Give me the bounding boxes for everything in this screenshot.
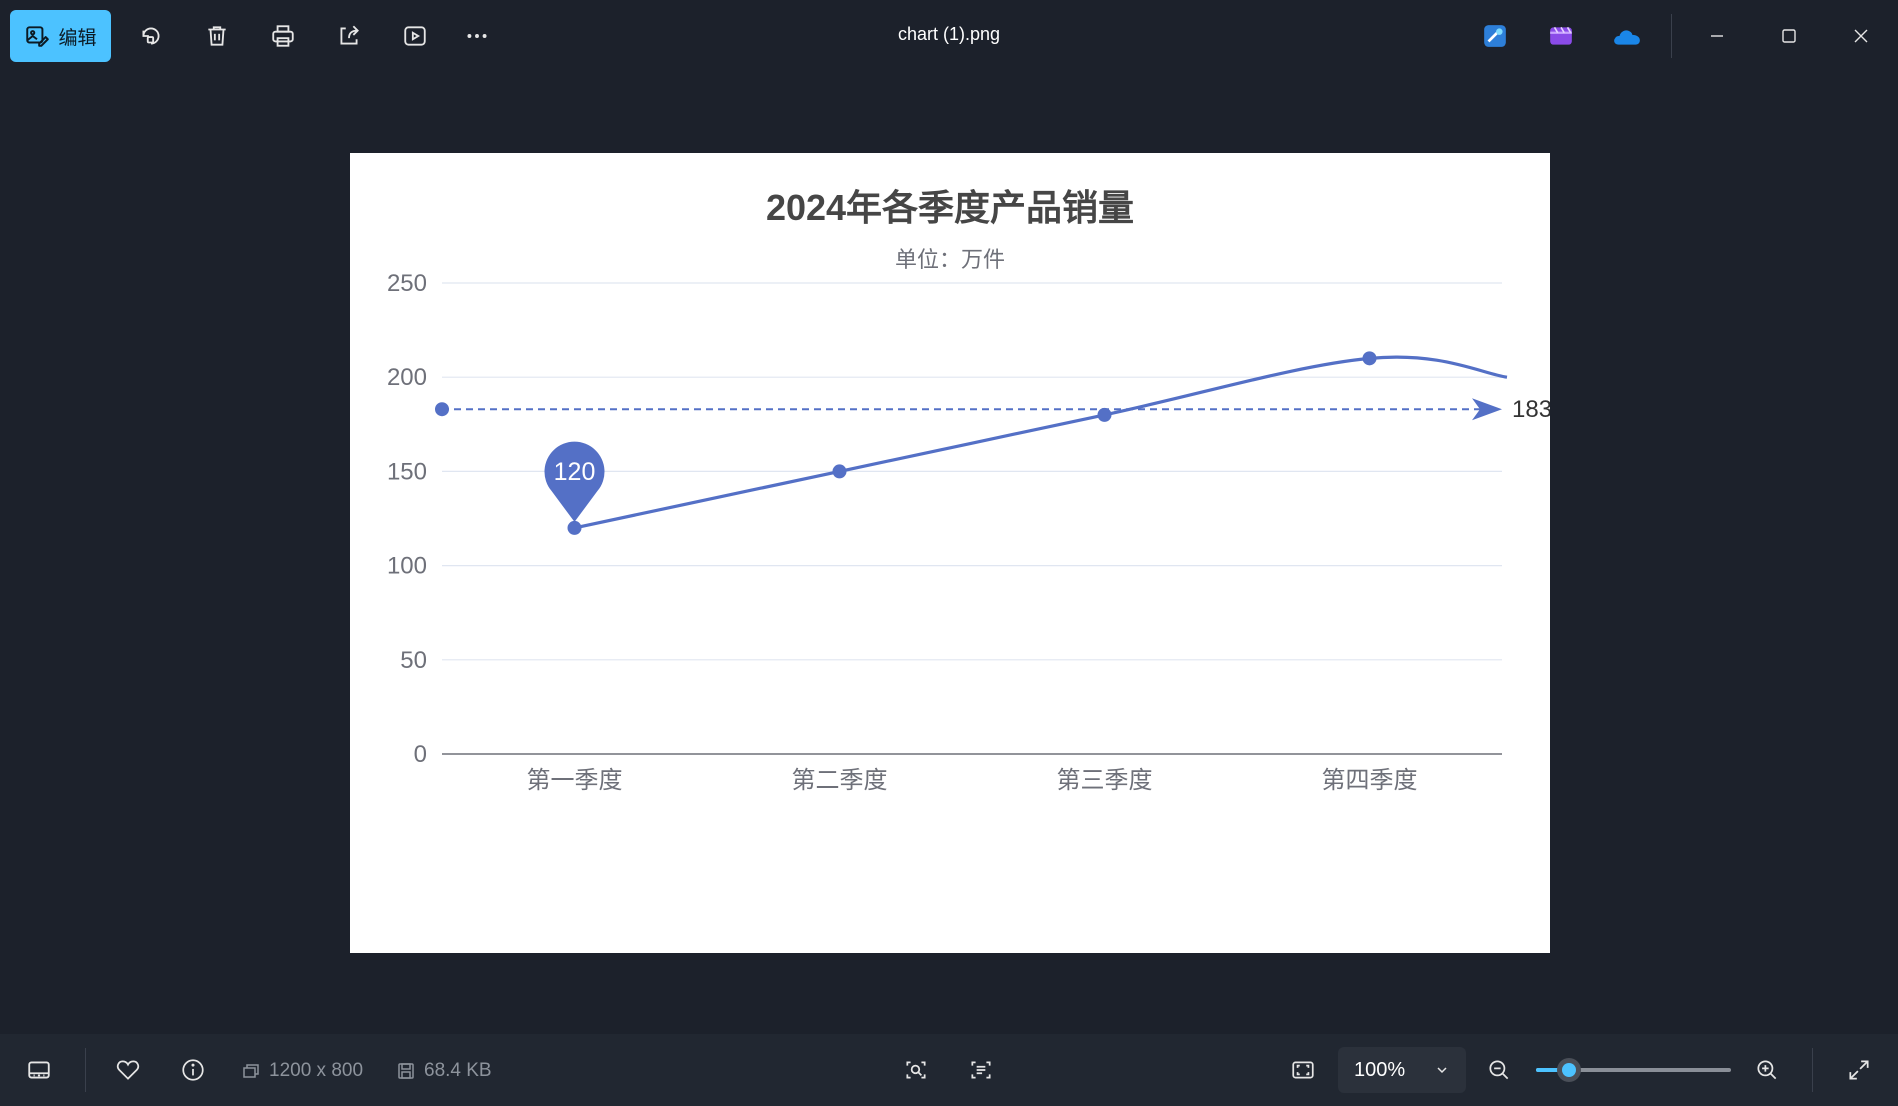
zoom-dropdown[interactable]: 100% xyxy=(1338,1047,1466,1093)
zoom-in-icon xyxy=(1757,1060,1777,1080)
bottombar-divider xyxy=(85,1048,86,1092)
y-tick-label: 100 xyxy=(387,553,427,580)
print-icon xyxy=(272,25,294,47)
rotate-button[interactable] xyxy=(131,16,171,56)
maximize-icon xyxy=(1782,29,1796,43)
x-tick-label: 第一季度 xyxy=(527,767,623,794)
fit-to-window-button[interactable] xyxy=(1283,1050,1323,1090)
titlebar-divider xyxy=(1671,14,1672,58)
fullscreen-icon xyxy=(1849,1060,1869,1080)
x-tick-label: 第三季度 xyxy=(1057,767,1153,794)
mark-point-label: 120 xyxy=(554,458,596,486)
text-scan-button[interactable] xyxy=(961,1050,1001,1090)
slideshow-icon xyxy=(404,26,426,46)
file-size: 68.4 KB xyxy=(396,1060,492,1082)
zoom-value: 100% xyxy=(1354,1058,1406,1081)
more-button[interactable] xyxy=(457,16,497,56)
rotate-icon xyxy=(142,27,160,45)
zoom-out-icon xyxy=(1489,1060,1509,1080)
print-button[interactable] xyxy=(263,16,303,56)
zoom-out-button[interactable] xyxy=(1479,1050,1519,1090)
y-tick-label: 200 xyxy=(387,364,427,391)
file-info-button[interactable] xyxy=(173,1050,213,1090)
chevron-down-icon xyxy=(1437,1067,1447,1074)
delete-icon xyxy=(208,26,226,46)
bottom-bar: 1200 x 800 68.4 KB 100% xyxy=(0,1034,1898,1106)
chart-title: 2024年各季度产品销量 xyxy=(766,187,1134,228)
zoom-slider[interactable] xyxy=(1536,1058,1731,1082)
share-icon xyxy=(340,25,359,45)
bottombar-divider-right xyxy=(1812,1048,1813,1092)
image-dimensions-text: 1200 x 800 xyxy=(269,1060,364,1081)
visual-search-button[interactable] xyxy=(896,1050,936,1090)
clipchamp-app-icon[interactable] xyxy=(1545,20,1577,52)
edit-button[interactable]: 编辑 xyxy=(10,10,111,62)
zoom-slider-thumb[interactable] xyxy=(1557,1058,1582,1082)
data-point xyxy=(1097,407,1112,422)
image-canvas: 2024年各季度产品销量 单位：万件 0 50 100 150 200 250 第一季度 第二… xyxy=(350,153,1550,953)
designer-app-icon[interactable] xyxy=(1479,20,1511,52)
favorite-button[interactable] xyxy=(108,1050,148,1090)
zoom-in-button[interactable] xyxy=(1747,1050,1787,1090)
dimensions-icon xyxy=(243,1064,259,1078)
fit-window-icon xyxy=(1292,1061,1314,1079)
onedrive-app-icon[interactable] xyxy=(1611,20,1643,52)
series-line xyxy=(574,355,1508,530)
data-point xyxy=(567,520,582,535)
slideshow-button[interactable] xyxy=(395,16,435,56)
line-chart: 2024年各季度产品销量 单位：万件 0 50 100 150 200 250 第一季度 第二… xyxy=(387,187,1550,794)
minimize-icon xyxy=(1711,35,1723,37)
filmstrip-button[interactable] xyxy=(19,1050,59,1090)
y-tick-label: 250 xyxy=(387,270,427,297)
title-bar: 编辑 chart (1).png xyxy=(0,0,1898,72)
mark-line-label: 183 xyxy=(1512,396,1550,423)
image-dimensions: 1200 x 800 xyxy=(241,1060,363,1082)
maximize-button[interactable] xyxy=(1765,14,1813,58)
visual-search-icon xyxy=(906,1061,926,1079)
chart-subtitle: 单位：万件 xyxy=(895,247,1005,272)
edit-image-icon xyxy=(26,26,50,47)
fullscreen-button[interactable] xyxy=(1839,1050,1879,1090)
y-tick-label: 0 xyxy=(414,741,427,768)
info-icon xyxy=(182,1059,204,1081)
minimize-button[interactable] xyxy=(1693,14,1741,58)
x-tick-label: 第四季度 xyxy=(1322,767,1418,794)
save-icon xyxy=(398,1063,414,1079)
text-scan-icon xyxy=(971,1061,991,1079)
close-icon xyxy=(1854,29,1868,43)
y-tick-label: 50 xyxy=(400,647,427,674)
x-tick-label: 第二季度 xyxy=(792,767,888,794)
close-button[interactable] xyxy=(1837,14,1885,58)
share-button[interactable] xyxy=(329,16,369,56)
delete-button[interactable] xyxy=(197,16,237,56)
y-tick-label: 150 xyxy=(387,458,427,485)
filmstrip-icon xyxy=(28,1061,50,1079)
data-point xyxy=(1362,351,1377,366)
data-point xyxy=(832,464,847,479)
file-size-text: 68.4 KB xyxy=(424,1060,492,1081)
edit-button-label: 编辑 xyxy=(58,27,97,49)
heart-icon xyxy=(116,1060,140,1080)
more-icon xyxy=(467,34,487,38)
